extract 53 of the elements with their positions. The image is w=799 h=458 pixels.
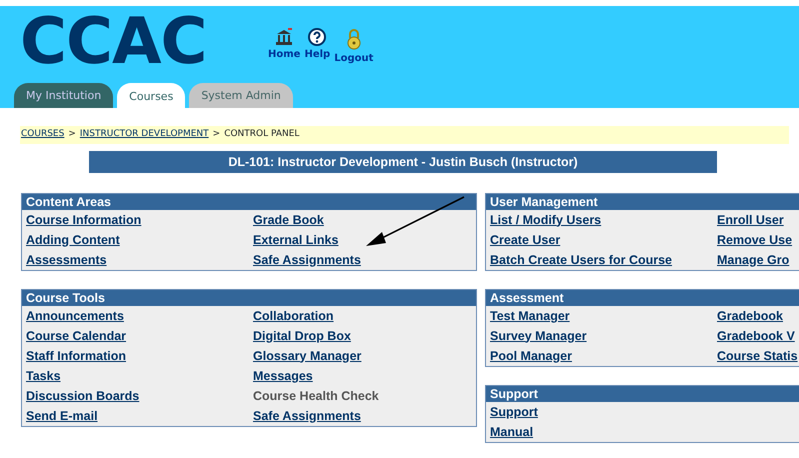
logo: CCAC (20, 10, 206, 74)
panel-link[interactable]: Pool Manager (490, 346, 572, 366)
tab[interactable]: My Institution (14, 82, 114, 108)
panel-link[interactable]: Digital Drop Box (253, 326, 351, 346)
panel-header: User Management (486, 194, 799, 210)
bank-icon (275, 28, 294, 46)
panel-link[interactable]: Create User (490, 230, 560, 250)
panel-link[interactable]: Course Calendar (26, 326, 126, 346)
panel-link[interactable]: Gradebook (717, 306, 783, 326)
breadcrumb-link[interactable]: COURSES (21, 128, 64, 142)
panel-link[interactable]: Tasks (26, 366, 61, 386)
panel-header: Course Tools (22, 290, 476, 306)
breadcrumb-separator: > (212, 128, 220, 141)
panel-header: Support (486, 386, 799, 402)
panel-link[interactable]: Course Information (26, 210, 142, 230)
help-icon (308, 28, 326, 46)
panel-link[interactable]: Batch Create Users for Course (490, 250, 672, 270)
panel-header: Content Areas (22, 194, 476, 210)
nav-label[interactable]: Logout (334, 53, 374, 64)
panel-link[interactable]: Manual (490, 422, 534, 442)
panel-link[interactable]: Messages (253, 366, 313, 386)
panel-link[interactable]: Manage Gro (717, 250, 790, 270)
panel-link[interactable]: Glossary Manager (253, 346, 362, 366)
panel-link[interactable]: List / Modify Users (490, 210, 602, 230)
panel-link[interactable]: Staff Information (26, 346, 126, 366)
panel-link[interactable]: Collaboration (253, 306, 334, 326)
panel-link[interactable]: Gradebook V (717, 326, 795, 346)
panel-link[interactable]: Adding Content (26, 230, 120, 250)
panel-link[interactable]: Safe Assignments (253, 406, 361, 426)
panel-link[interactable]: Remove Use (717, 230, 792, 250)
panel-link[interactable]: Enroll User (717, 210, 784, 230)
nav-label[interactable]: Home (268, 49, 300, 60)
padlock-icon (346, 28, 361, 50)
panel-link[interactable]: Course Statis (717, 346, 798, 366)
panel-link[interactable]: External Links (253, 230, 338, 250)
breadcrumb-link[interactable]: INSTRUCTOR DEVELOPMENT (80, 128, 209, 142)
panel-link[interactable]: Support (490, 402, 538, 422)
panel-item: Course Health Check (253, 388, 379, 404)
nav-label[interactable]: Help (304, 49, 330, 60)
panel-link[interactable]: Send E-mail (26, 406, 98, 426)
panel-link[interactable]: Safe Assignments (253, 250, 361, 270)
breadcrumb-separator: > (68, 128, 76, 141)
panel-link[interactable]: Assessments (26, 250, 107, 270)
panel-link[interactable]: Survey Manager (490, 326, 587, 346)
tab[interactable]: System Admin (189, 82, 293, 108)
panel-link[interactable]: Announcements (26, 306, 124, 326)
panel-header: Assessment (486, 290, 799, 306)
panel-link[interactable]: Grade Book (253, 210, 324, 230)
course-title: DL-101: Instructor Development - Justin Busch (Instructor) (89, 150, 717, 172)
panel-link[interactable]: Discussion Boards (26, 386, 140, 406)
panel-link[interactable]: Test Manager (490, 306, 570, 326)
tab[interactable]: Courses (117, 82, 186, 108)
breadcrumb-current: CONTROL PANEL (224, 128, 300, 141)
